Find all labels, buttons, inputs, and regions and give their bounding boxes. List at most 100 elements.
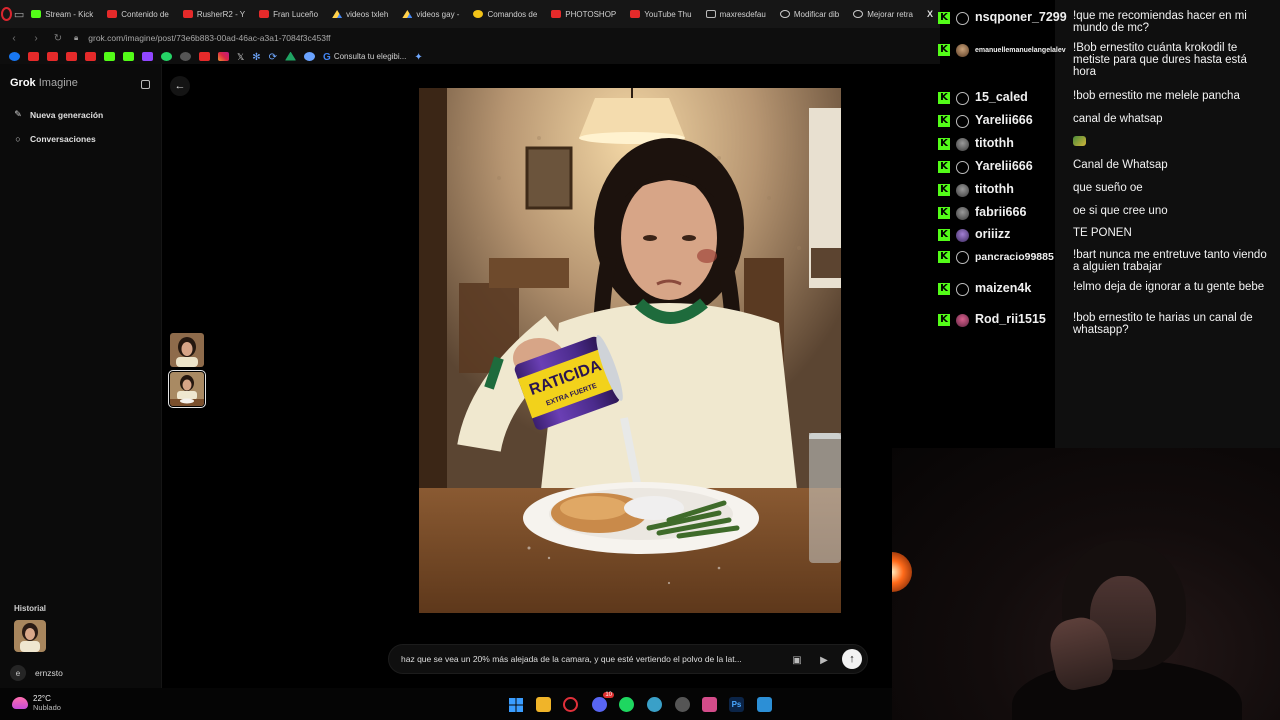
youtube-icon[interactable] [85, 51, 96, 61]
browser-tab[interactable]: Contenido de [100, 0, 176, 28]
send-button[interactable]: ↑ [842, 649, 862, 669]
chat-text: que sueño oe [1073, 182, 1143, 194]
twitch-icon[interactable] [142, 51, 153, 61]
google-icon: G [323, 51, 331, 63]
avatar: e [10, 665, 26, 681]
sidebar-toggle-icon[interactable] [141, 80, 150, 89]
kick-badge-icon: K [938, 251, 950, 263]
tab-label: Fran Luceño [273, 9, 319, 19]
browser-tab[interactable]: Mejorar retra [846, 0, 920, 28]
chat-text: oe si que cree uno [1073, 205, 1168, 217]
browser-tab-bar: ▭ Stream - Kick Contenido de RusherR2 - Y F… [0, 0, 940, 28]
browser-tab[interactable]: Comandos de [466, 0, 544, 28]
chat-username[interactable]: fabrii666 [975, 205, 1026, 219]
back-nav-icon[interactable]: ‹ [8, 33, 20, 44]
tab-label: videos txleh [346, 9, 389, 19]
windows-start-icon[interactable] [508, 697, 523, 712]
browser-tab[interactable]: maxresdefau [699, 0, 773, 28]
chat-username[interactable]: Yarelii666 [975, 113, 1033, 127]
chat-username[interactable]: 15_caled [975, 90, 1028, 104]
file-explorer-icon[interactable] [536, 697, 551, 712]
reload-icon[interactable]: ↻ [52, 33, 64, 44]
youtube-icon[interactable] [47, 51, 58, 61]
browser-tab[interactable]: RusherR2 - Y [176, 0, 252, 28]
browser-tab[interactable]: Modificar dib [773, 0, 846, 28]
chat-username[interactable]: nsqponer_7299 [975, 10, 1067, 24]
history-label: Historial [14, 604, 47, 613]
tab-label: Contenido de [121, 9, 169, 19]
chat-username[interactable]: Yarelii666 [975, 159, 1033, 173]
kick-icon[interactable] [104, 51, 115, 61]
facebook-icon[interactable] [9, 51, 20, 61]
kick-favicon-icon [31, 10, 42, 18]
tab-label: Modificar dib [793, 9, 840, 19]
gallery-icon[interactable] [199, 51, 210, 61]
kick-badge-icon: K [938, 12, 950, 24]
photoshop-icon[interactable]: Ps [729, 697, 744, 712]
chat-username[interactable]: Rod_rii1515 [975, 312, 1046, 326]
chat-text: canal de whatsap [1073, 113, 1163, 125]
browser-tab[interactable]: Fran Luceño [252, 0, 325, 28]
chat-username[interactable]: maizen4k [975, 281, 1031, 295]
editor-icon[interactable] [757, 697, 772, 712]
tab-label: RusherR2 - Y [196, 9, 246, 19]
forward-nav-icon[interactable]: › [30, 33, 42, 44]
tab-label: Mejorar retra [867, 9, 913, 19]
yt-favicon-icon [259, 10, 270, 18]
chat-app-icon[interactable] [304, 51, 316, 61]
url-field[interactable]: grok.com/imagine/post/73e6b883-00ad-46ac… [88, 33, 330, 43]
chat-username[interactable]: titothh [975, 182, 1014, 196]
sidebar-item-new-generation[interactable]: ✎ Nueva generación [13, 109, 103, 120]
camera-icon[interactable] [180, 51, 191, 61]
video-icon[interactable]: ▶ [818, 654, 830, 666]
youtube-icon[interactable] [66, 51, 77, 61]
sync-icon[interactable]: ⟳ [269, 52, 277, 63]
chat-username[interactable]: oriiizz [975, 227, 1010, 241]
browser-tab[interactable]: videos gay - [395, 0, 466, 28]
back-button[interactable]: ← [170, 76, 190, 96]
instagram-icon[interactable] [218, 51, 229, 61]
image-attach-icon[interactable]: ▣ [791, 654, 803, 666]
bookmark-consulta[interactable]: G Consulta tu elegibi... [323, 51, 406, 63]
chat-username[interactable]: titothh [975, 136, 1014, 150]
kick-icon[interactable] [123, 51, 134, 61]
chat-username[interactable]: pancracio99885 [975, 251, 1054, 263]
x-icon[interactable]: 𝕏 [237, 52, 244, 62]
variant-thumbnail[interactable] [170, 333, 204, 367]
drive-icon[interactable] [285, 51, 297, 61]
opera-logo-icon[interactable] [0, 0, 14, 28]
pinwheel-icon[interactable]: ✻ [252, 52, 260, 63]
browser-tab[interactable]: videos txleh [325, 0, 395, 28]
browser-tab[interactable]: Stream - Kick [24, 0, 100, 28]
doc-favicon-icon [705, 10, 716, 18]
user-icon [956, 12, 969, 25]
history-thumbnail[interactable] [14, 620, 46, 652]
variant-thumbnail-selected[interactable] [168, 370, 206, 408]
yt-favicon-icon [107, 10, 118, 18]
cmd-favicon-icon [473, 10, 484, 18]
opera-taskbar-icon[interactable] [563, 697, 578, 712]
obs-icon[interactable] [675, 697, 690, 712]
yt-favicon-icon [551, 10, 562, 18]
app-icon[interactable] [702, 697, 717, 712]
browser-icon[interactable] [647, 697, 662, 712]
gemini-icon[interactable]: ✦ [414, 52, 422, 63]
discord-icon[interactable]: 10 [592, 692, 614, 712]
tab-search-icon[interactable]: ▭ [14, 8, 24, 21]
sidebar-item-conversations[interactable]: ○ Conversaciones [13, 134, 95, 144]
weather-widget[interactable]: 22°C Nublado [12, 694, 61, 712]
avatar [956, 207, 969, 220]
kick-badge-icon: K [938, 92, 950, 104]
browser-tab[interactable]: YouTube Thu [623, 0, 698, 28]
browser-tab[interactable]: PHOTOSHOP [544, 0, 623, 28]
bookmarks-bar: 𝕏 ✻ ⟳ G Consulta tu elegibi... ✦ [0, 48, 940, 64]
chat-username[interactable]: emanuellemanuelangelalev [975, 47, 1066, 54]
whatsapp-icon[interactable] [161, 51, 172, 61]
prompt-input[interactable]: haz que se vea un 20% más alejada de la … [401, 654, 776, 664]
user-profile[interactable]: e ernzsto [10, 665, 63, 681]
spotify-icon[interactable] [619, 697, 634, 712]
arrow-up-icon: ↑ [849, 653, 855, 665]
youtube-icon[interactable] [28, 51, 39, 61]
grok-imagine-logo[interactable]: Grok Imagine [10, 77, 78, 89]
tab-label: YouTube Thu [644, 9, 692, 19]
